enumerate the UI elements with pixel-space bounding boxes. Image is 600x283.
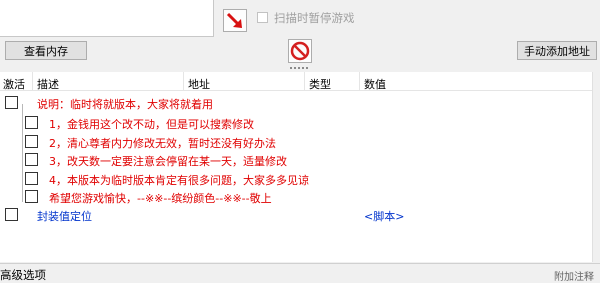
table-row-description[interactable]: 说明：临时将就版本，大家将就着用 (37, 96, 213, 112)
table-row-value[interactable]: <脚本> (364, 208, 404, 224)
pause-game-checkbox[interactable] (257, 12, 268, 23)
column-header: 激活 描述 地址 类型 数值 (0, 72, 592, 91)
view-memory-button[interactable]: 查看内存 (5, 41, 87, 60)
add-address-manually-button[interactable]: 手动添加地址 (517, 41, 597, 60)
red-arrow-icon (226, 12, 242, 28)
column-header-value[interactable]: 数值 (364, 76, 386, 92)
status-divider (0, 263, 600, 264)
table-row-description[interactable]: 4，本版本为临时版本肯定有很多问题，大家多多见谅 (49, 172, 309, 188)
row-checkbox[interactable] (25, 135, 38, 148)
table-row-description[interactable]: 3，改天数一定要注意会停留在某一天，适量修改 (49, 153, 287, 169)
column-header-active[interactable]: 激活 (3, 76, 25, 92)
column-header-address[interactable]: 地址 (188, 76, 210, 92)
advanced-options-label[interactable]: 高级选项 (0, 267, 46, 283)
table-row-description[interactable]: 封装值定位 (37, 208, 92, 224)
vertical-scrollbar[interactable] (592, 72, 600, 262)
no-entry-icon (290, 41, 310, 61)
row-checkbox[interactable] (25, 172, 38, 185)
row-checkbox[interactable] (25, 190, 38, 203)
add-to-list-button[interactable] (223, 9, 247, 32)
table-row-description[interactable]: 1，金钱用这个改不动，但是可以搜索修改 (49, 116, 254, 132)
scan-results-panel (0, 0, 214, 37)
splitter-handle[interactable] (288, 66, 312, 70)
table-row-description[interactable]: 2，清心尊者内力修改无效，暂时还没有好办法 (49, 135, 276, 151)
clear-list-button[interactable] (288, 39, 312, 63)
row-checkbox[interactable] (25, 153, 38, 166)
column-header-description[interactable]: 描述 (37, 76, 59, 92)
column-header-type[interactable]: 类型 (309, 76, 331, 92)
row-checkbox[interactable] (5, 96, 18, 109)
pause-game-label: 扫描时暂停游戏 (274, 11, 355, 25)
row-checkbox[interactable] (5, 208, 18, 221)
row-checkbox[interactable] (25, 116, 38, 129)
tree-connector (22, 104, 23, 202)
table-extras-label[interactable]: 附加注释 (554, 268, 594, 283)
table-row-description[interactable]: 希望您游戏愉快，--※※--缤纷颜色--※※--敬上 (49, 190, 272, 206)
